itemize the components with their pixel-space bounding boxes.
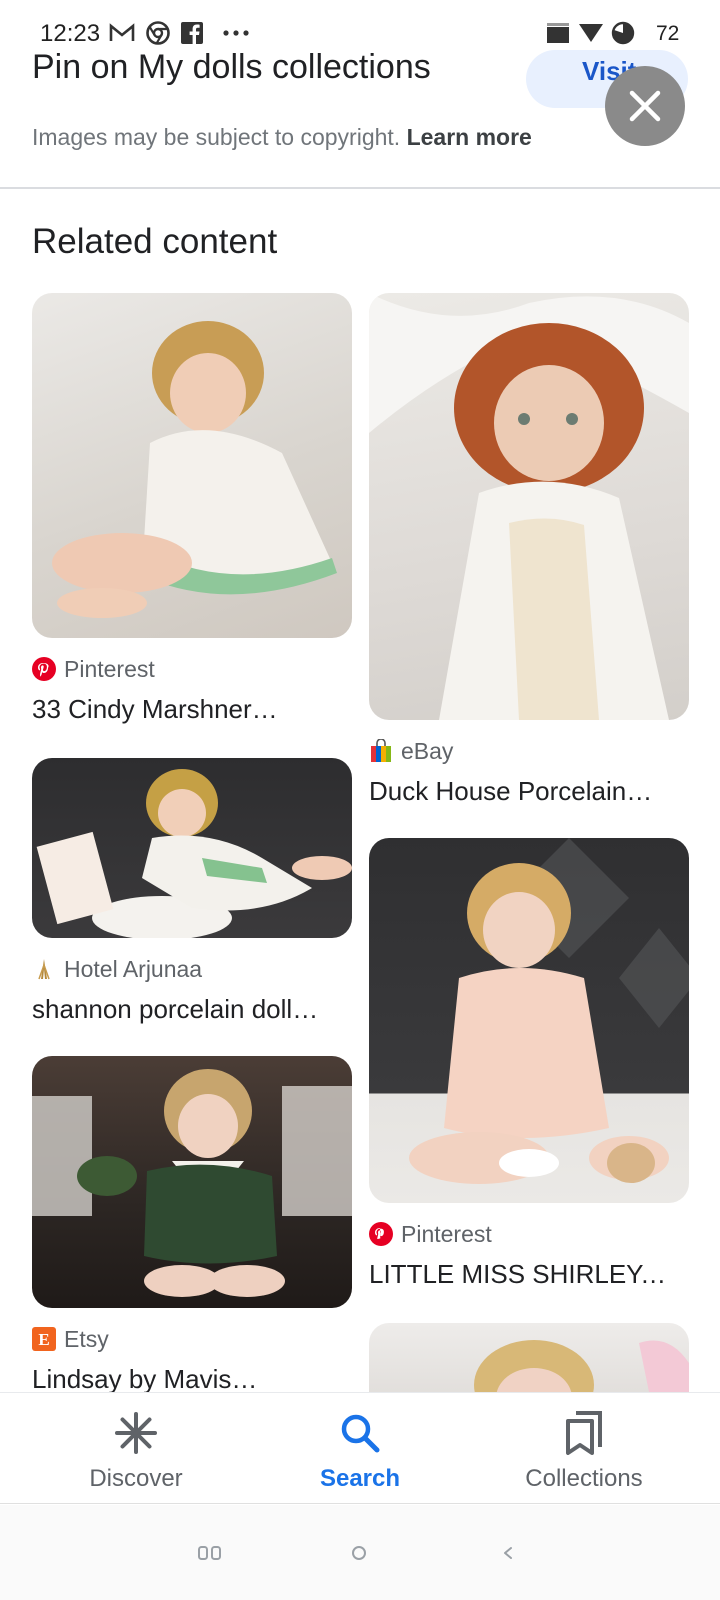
doll-photo[interactable]: [32, 1056, 352, 1308]
doll-photo[interactable]: [369, 293, 689, 720]
source-name: Pinterest: [401, 1220, 492, 1247]
close-icon: [629, 90, 661, 122]
etsy-icon: E: [32, 1327, 56, 1351]
card-title[interactable]: LITTLE MISS SHIRLEY.…: [369, 1259, 669, 1290]
source-name: eBay: [401, 737, 454, 764]
facebook-icon: [180, 19, 204, 47]
nav-search[interactable]: Search: [260, 1409, 460, 1493]
nav-label: Search: [319, 1465, 401, 1492]
gmail-icon: [108, 19, 136, 47]
svg-text:E: E: [38, 1330, 49, 1349]
ebay-icon: [369, 738, 393, 763]
pinterest-icon: [32, 657, 56, 681]
more-notifications-icon: [222, 19, 250, 47]
hotel-icon: [32, 957, 56, 981]
wifi-icon: [578, 19, 604, 47]
source-name: Etsy: [64, 1325, 109, 1352]
recents-icon[interactable]: [198, 1545, 222, 1566]
doll-photo[interactable]: [32, 293, 352, 638]
card-title[interactable]: Duck House Porcelain…: [369, 776, 669, 807]
pinterest-icon: [369, 1222, 393, 1246]
page-title: Pin on My dolls collections: [32, 48, 431, 86]
learn-more-link[interactable]: Learn more: [407, 124, 532, 150]
related-content-heading: Related content: [32, 222, 278, 261]
close-button[interactable]: [605, 66, 685, 146]
card-title[interactable]: 33 Cindy Marshner…: [32, 694, 332, 725]
nav-discover[interactable]: Discover: [36, 1409, 236, 1493]
nav-label: Discover: [89, 1465, 183, 1492]
doll-photo[interactable]: [369, 1323, 689, 1392]
doll-photo[interactable]: [369, 838, 689, 1203]
home-icon[interactable]: [351, 1545, 367, 1566]
nav-collections[interactable]: Collections: [484, 1409, 684, 1493]
back-icon[interactable]: [502, 1546, 514, 1565]
related-card[interactable]: eBay Duck House Porcelain…: [369, 293, 689, 807]
battery-icon: [610, 19, 636, 47]
collections-icon: [566, 1411, 602, 1455]
search-icon: [341, 1414, 380, 1453]
related-card[interactable]: Pinterest LITTLE MISS SHIRLEY.…: [369, 838, 689, 1290]
related-card[interactable]: E Etsy Lindsay by Mavis…: [32, 1056, 352, 1395]
card-title[interactable]: Lindsay by Mavis…: [32, 1364, 332, 1395]
chrome-icon: [144, 19, 172, 47]
card-title[interactable]: shannon porcelain doll…: [32, 994, 332, 1025]
divider: [0, 187, 720, 189]
system-navigation-bar: [0, 1505, 720, 1600]
nav-label: Collections: [525, 1465, 643, 1492]
signal-icon: [546, 19, 570, 47]
related-card[interactable]: [369, 1323, 689, 1392]
related-card[interactable]: Pinterest 33 Cindy Marshner…: [32, 293, 352, 725]
copyright-text: Images may be subject to copyright.: [32, 124, 401, 150]
status-time: 12:23: [40, 20, 101, 47]
copyright-notice: Images may be subject to copyright. Lear…: [32, 124, 532, 151]
doll-photo[interactable]: [32, 758, 352, 938]
asterisk-icon: [115, 1412, 157, 1454]
source-name: Hotel Arjunaa: [64, 955, 203, 982]
source-name: Pinterest: [64, 655, 155, 682]
related-card[interactable]: Hotel Arjunaa shannon porcelain doll…: [32, 758, 352, 1025]
battery-level: 72: [656, 22, 680, 45]
bottom-navigation: Discover Search Collections: [0, 1392, 720, 1504]
